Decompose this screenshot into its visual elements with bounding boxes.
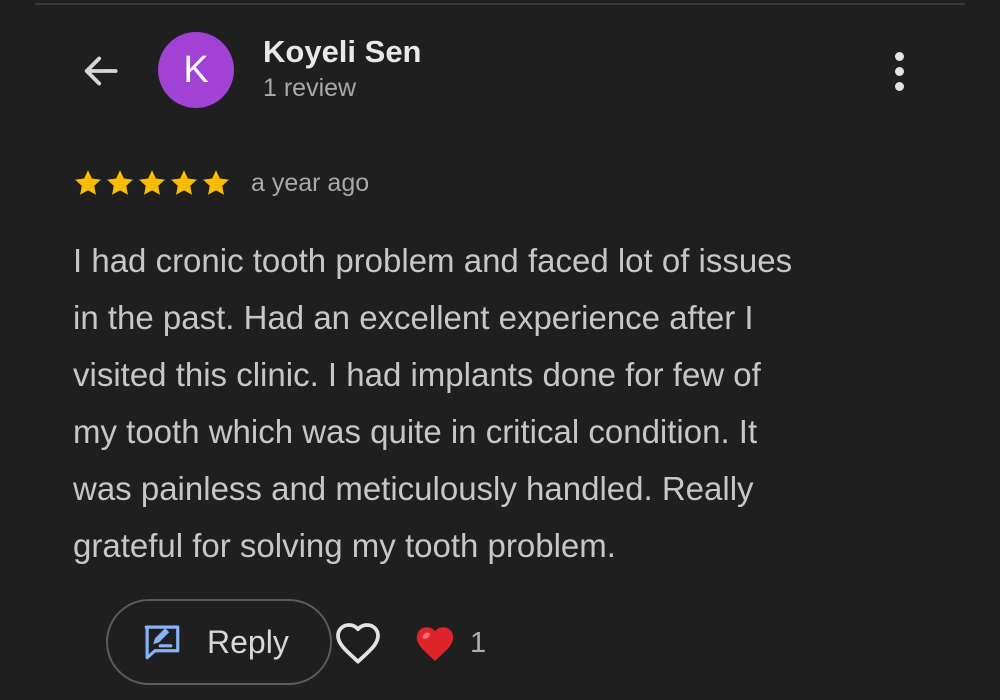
rating-row: a year ago [73,165,369,201]
review-text-line: in the past. Had an excellent experience… [73,299,754,336]
reaction-count: 1 [470,626,487,659]
review-detail-screen: K Koyeli Sen 1 review a year ago I had c… [0,0,1000,700]
reviewer-review-count: 1 review [263,74,357,102]
review-text: I had cronic tooth problem and faced lot… [73,232,953,574]
more-vertical-icon-dot [894,51,904,61]
avatar-letter: K [183,48,209,91]
avatar[interactable]: K [158,32,234,108]
like-button[interactable] [330,617,386,669]
star-icon [171,170,197,195]
review-text-line: grateful for solving my tooth problem. [73,527,616,564]
reviewer-name[interactable]: Koyeli Sen [263,34,422,70]
more-options-button[interactable] [878,46,920,96]
reply-button[interactable]: Reply [106,599,332,685]
star-icon [139,170,165,195]
review-text-line: was painless and meticulously handled. R… [73,470,754,507]
review-text-line: I had cronic tooth problem and faced lot… [73,242,793,279]
more-vertical-icon-dot [894,66,904,76]
reply-label: Reply [207,623,289,660]
back-button[interactable] [76,46,126,96]
review-text-line: my tooth which was quite in critical con… [73,413,758,450]
more-vertical-icon-dot [894,81,904,91]
reaction-summary[interactable]: 1 [414,616,486,670]
top-divider [35,3,965,5]
heart-outline-icon [336,623,380,664]
arrow-back-icon [84,56,118,86]
red-heart-icon [416,627,454,661]
review-date: a year ago [251,168,370,197]
star-icon [75,170,101,195]
star-icon [203,170,229,195]
rate-review-icon [144,625,180,660]
star-icon [107,170,133,195]
review-text-line: visited this clinic. I had implants done… [73,356,761,393]
star-rating [73,168,231,198]
